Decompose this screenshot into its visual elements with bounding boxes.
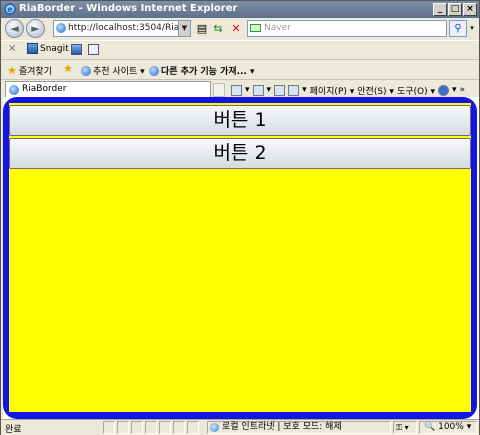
- tab-label: RiaBorder: [22, 84, 67, 94]
- back-button[interactable]: ◄: [5, 19, 24, 38]
- help-dropdown-icon[interactable]: ▾: [452, 85, 457, 95]
- command-bar: ▾ ▾ ▾ 페이지(P) ▾ 안전(S) ▾ 도구(O) ▾ ▾ »: [231, 82, 465, 98]
- addons-icon: [149, 65, 159, 76]
- suggested-sites-link[interactable]: 추천 사이트 ▾: [81, 64, 145, 77]
- forward-button[interactable]: ►: [26, 19, 45, 38]
- new-tab-button[interactable]: [213, 83, 225, 97]
- add-favorite-icon: ★: [63, 62, 73, 75]
- favorites-label: 즐겨찾기: [18, 67, 52, 77]
- status-bar: 완료 로컬 인트라넷 | 보호 모드: 해제 ⚿ ▾ 🔍 100% ▾: [1, 419, 479, 435]
- browser-window: e RiaBorder - Windows Internet Explorer …: [0, 0, 480, 435]
- page-icon: [56, 23, 66, 33]
- protected-mode-icon[interactable]: ⚿ ▾: [393, 421, 417, 434]
- svg-text:e: e: [7, 5, 13, 14]
- tab-page-icon: [9, 85, 19, 95]
- security-zone[interactable]: 로컬 인트라넷 | 보호 모드: 해제: [207, 421, 391, 434]
- help-icon[interactable]: [438, 84, 449, 96]
- snagit-icon: [27, 43, 38, 54]
- print-icon[interactable]: [288, 84, 300, 96]
- zoom-icon: 🔍: [424, 422, 436, 432]
- feeds-dropdown-icon[interactable]: ▾: [267, 85, 272, 95]
- status-segment: [117, 421, 129, 434]
- suggested-sites-label: 추천 사이트 ▾: [93, 67, 145, 77]
- zoom-dropdown-icon: ▾: [466, 422, 472, 432]
- tab-riaborder[interactable]: RiaBorder: [5, 81, 211, 98]
- favorites-button[interactable]: ★ 즐겨찾기: [7, 63, 52, 78]
- stop-icon[interactable]: ✕: [229, 21, 243, 36]
- status-segment: [103, 421, 115, 434]
- ria-border: 버튼 1 버튼 2: [3, 97, 477, 419]
- tab-strip: RiaBorder ▾ ▾ ▾ 페이지(P) ▾ 안전(S) ▾ 도구(O) ▾…: [1, 79, 479, 98]
- ie-logo-icon: e: [4, 3, 16, 15]
- more-addons-link[interactable]: 다른 추가 기능 가져... ▾: [149, 64, 255, 77]
- more-addons-label: 다른 추가 기능 가져... ▾: [161, 67, 255, 77]
- window-title: RiaBorder - Windows Internet Explorer: [19, 3, 238, 14]
- status-segment: [145, 421, 157, 434]
- snagit-label: Snagit: [40, 43, 69, 54]
- naver-icon: [250, 24, 261, 32]
- search-icon[interactable]: ⚲: [449, 20, 467, 37]
- title-bar: e RiaBorder - Windows Internet Explorer …: [1, 1, 479, 18]
- address-input[interactable]: http://localhost:3504/RiaBord ▼: [53, 20, 191, 37]
- search-options-icon[interactable]: ▾: [467, 20, 477, 37]
- favorites-star-icon: ★: [7, 63, 17, 77]
- zone-label: 로컬 인트라넷 | 보호 모드: 해제: [222, 422, 342, 432]
- feeds-icon[interactable]: [252, 84, 264, 96]
- snagit-button[interactable]: Snagit: [27, 43, 69, 54]
- page-content: 버튼 1 버튼 2: [3, 97, 479, 419]
- snagit-toolbar: × Snagit: [1, 40, 479, 58]
- close-window-button[interactable]: ×: [463, 3, 477, 16]
- search-placeholder: Naver: [264, 23, 291, 33]
- minimize-button[interactable]: _: [433, 3, 447, 16]
- print-dropdown-icon[interactable]: ▾: [302, 85, 307, 95]
- compatibility-icon[interactable]: ▤: [195, 21, 209, 36]
- close-toolbar-icon[interactable]: ×: [8, 43, 16, 54]
- snagit-options-icon[interactable]: [88, 44, 99, 55]
- page-menu[interactable]: 페이지(P) ▾: [310, 84, 355, 97]
- zoom-control[interactable]: 🔍 100% ▾: [419, 421, 477, 434]
- button-2[interactable]: 버튼 2: [9, 138, 471, 169]
- status-segment: [131, 421, 143, 434]
- home-dropdown-icon[interactable]: ▾: [245, 85, 250, 95]
- address-toolbar: ◄ ► http://localhost:3504/RiaBord ▼ ▤ ⇆ …: [1, 18, 479, 40]
- home-icon[interactable]: [231, 84, 242, 96]
- status-segment: [173, 421, 185, 434]
- status-text: 완료: [5, 425, 22, 435]
- add-favorite-button[interactable]: ★: [63, 62, 73, 75]
- intranet-globe-icon: [210, 423, 219, 432]
- more-commands-icon[interactable]: »: [460, 85, 466, 95]
- refresh-icon[interactable]: ⇆: [211, 21, 225, 36]
- mail-icon[interactable]: [274, 84, 286, 96]
- button-1[interactable]: 버튼 1: [9, 105, 471, 136]
- status-segment: [187, 421, 199, 434]
- maximize-button[interactable]: □: [448, 3, 462, 16]
- safety-menu[interactable]: 안전(S) ▾: [357, 84, 394, 97]
- suggested-sites-icon: [81, 65, 91, 76]
- tools-menu[interactable]: 도구(O) ▾: [397, 84, 435, 97]
- zoom-level: 100%: [438, 422, 464, 432]
- status-segment: [159, 421, 171, 434]
- address-url: http://localhost:3504/RiaBord: [68, 23, 191, 33]
- favorites-toolbar: ★ 즐겨찾기 ★ 추천 사이트 ▾ 다른 추가 기능 가져... ▾: [1, 59, 479, 79]
- address-dropdown-icon[interactable]: ▼: [178, 21, 190, 36]
- search-input[interactable]: Naver: [247, 20, 447, 37]
- ria-border-inner: 버튼 1 버튼 2: [9, 103, 471, 412]
- snagit-capture-icon[interactable]: [71, 44, 82, 55]
